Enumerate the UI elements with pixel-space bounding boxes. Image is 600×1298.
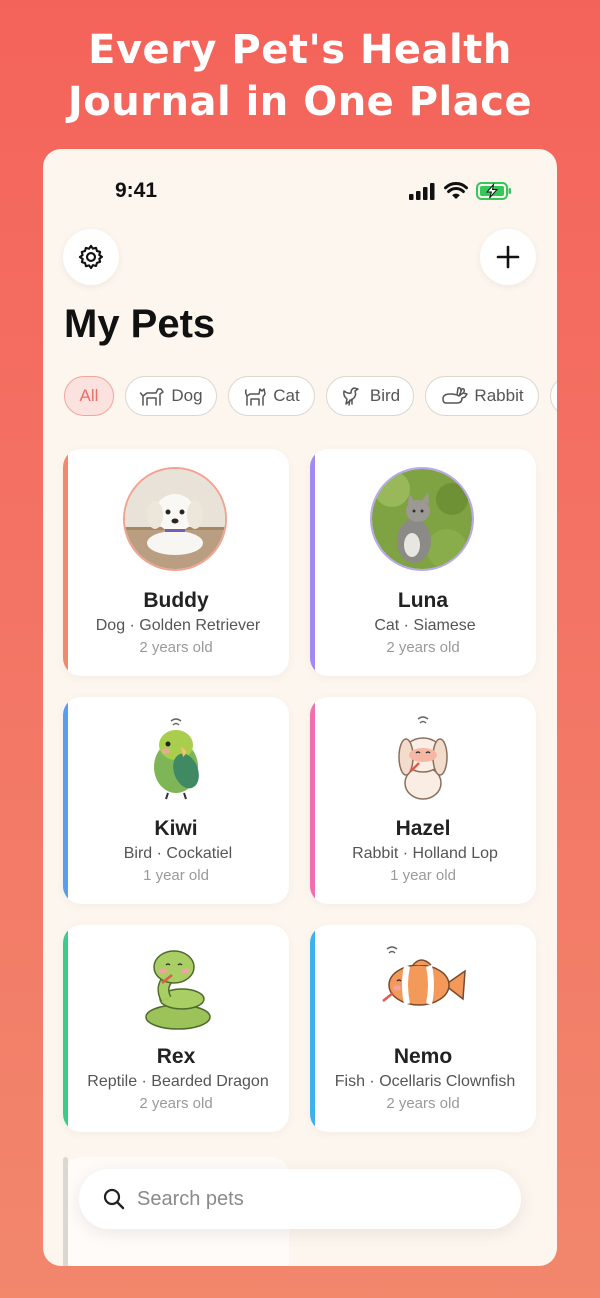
- add-pet-button[interactable]: [480, 229, 536, 285]
- headline-line-2: Journal in One Place: [67, 79, 533, 125]
- plus-icon: [496, 245, 520, 269]
- filter-chips: All Dog Cat Bird Rabbit: [64, 376, 557, 418]
- pet-card-buddy[interactable]: Buddy Dog · Golden Retriever 2 years old: [63, 449, 289, 676]
- settings-button[interactable]: [63, 229, 119, 285]
- gear-icon: [78, 244, 104, 270]
- pet-breed: Cat · Siamese: [374, 617, 476, 634]
- filter-chip-label: All: [79, 386, 99, 405]
- signal-icon: [409, 183, 435, 200]
- puppy-photo: [125, 469, 225, 569]
- pet-name: Rex: [156, 1045, 196, 1068]
- headline-line-1: Every Pet's Health: [88, 27, 512, 73]
- filter-chip-cat[interactable]: Cat: [228, 376, 315, 416]
- pet-name: Nemo: [393, 1045, 453, 1068]
- pet-age: 1 year old: [390, 867, 456, 884]
- page-title: My Pets: [64, 302, 216, 346]
- pet-card-kiwi[interactable]: Kiwi Bird · Cockatiel 1 year old: [63, 697, 289, 904]
- pet-card-rex[interactable]: Rex Reptile · Bearded Dragon 2 years old: [63, 925, 289, 1132]
- filter-chip-label: Rabbit: [474, 386, 524, 405]
- promo-headline: Every Pet's Health Journal in One Place: [0, 24, 600, 128]
- pet-breed: Rabbit · Holland Lop: [352, 845, 498, 862]
- bird-icon: [342, 387, 359, 406]
- sick-rabbit-illustration: [398, 716, 448, 800]
- kitten-photo: [372, 469, 472, 569]
- app-screen: 9:41 My Pets All Dog Cat Bird Rabbit Bud…: [43, 149, 557, 1266]
- rabbit-icon: [442, 387, 469, 404]
- filter-chip-dog[interactable]: Dog: [125, 376, 217, 416]
- dog-icon: [140, 388, 165, 406]
- pet-avatar: [123, 467, 227, 571]
- search-icon: [103, 1188, 125, 1210]
- pet-name: Luna: [397, 589, 449, 612]
- filter-chip-more[interactable]: [550, 376, 557, 416]
- pet-breed: Dog · Golden Retriever: [95, 617, 261, 634]
- filter-chip-label: Dog: [171, 386, 203, 405]
- sick-snake-illustration: [145, 950, 211, 1030]
- search-bar[interactable]: [79, 1169, 521, 1229]
- pet-age: 2 years old: [386, 1095, 460, 1112]
- pet-breed: Fish · Ocellaris Clownfish: [334, 1073, 516, 1090]
- sick-clownfish-illustration: [382, 946, 466, 1006]
- pet-name: Buddy: [143, 589, 209, 612]
- filter-chip-all[interactable]: All: [64, 376, 114, 416]
- pet-age: 2 years old: [139, 639, 213, 656]
- search-input[interactable]: [137, 1179, 497, 1219]
- filter-chip-label: Bird: [369, 386, 401, 405]
- sick-bird-illustration: [154, 718, 199, 800]
- pet-avatar: [370, 467, 474, 571]
- filter-chip-rabbit[interactable]: Rabbit: [425, 376, 539, 416]
- pet-name: Hazel: [395, 817, 451, 840]
- battery-charging-icon: [476, 182, 511, 200]
- pet-card-nemo[interactable]: Nemo Fish · Ocellaris Clownfish 2 years …: [310, 925, 536, 1132]
- pet-age: 1 year old: [143, 867, 209, 884]
- cat-icon: [245, 388, 267, 406]
- pet-card-hazel[interactable]: Hazel Rabbit · Holland Lop 1 year old: [310, 697, 536, 904]
- wifi-icon: [444, 182, 468, 199]
- pet-breed: Reptile · Bearded Dragon: [87, 1073, 269, 1090]
- status-time: 9:41: [115, 179, 158, 202]
- filter-chip-label: Cat: [273, 386, 300, 405]
- pet-breed: Bird · Cockatiel: [123, 845, 233, 862]
- filter-chip-bird[interactable]: Bird: [326, 376, 414, 416]
- pet-name: Kiwi: [154, 817, 198, 840]
- pet-age: 2 years old: [139, 1095, 213, 1112]
- pet-age: 2 years old: [386, 639, 460, 656]
- pet-card-luna[interactable]: Luna Cat · Siamese 2 years old: [310, 449, 536, 676]
- card-accent: [63, 1157, 68, 1266]
